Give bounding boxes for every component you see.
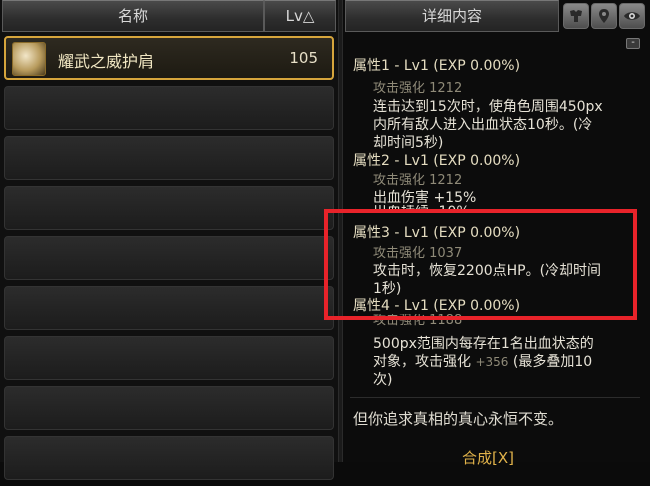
attr1-desc: 却时间5秒) bbox=[373, 135, 444, 151]
collapse-button[interactable]: - bbox=[626, 38, 640, 49]
item-list: 耀武之威护肩 105 bbox=[4, 36, 334, 486]
list-item[interactable] bbox=[4, 136, 334, 180]
attr1-desc: 内所有敌人进入出血状态10秒。(冷 bbox=[373, 117, 593, 133]
list-item[interactable] bbox=[4, 286, 334, 330]
shoulder-armor-icon bbox=[12, 42, 46, 76]
list-item[interactable] bbox=[4, 336, 334, 380]
pin-icon bbox=[599, 9, 609, 23]
attr4-desc: 对象，攻击强化 bbox=[373, 354, 471, 370]
eye-icon bbox=[624, 12, 640, 20]
attr4-desc-end: 次) bbox=[373, 372, 393, 388]
view-button[interactable] bbox=[619, 3, 645, 29]
list-item[interactable] bbox=[4, 236, 334, 280]
attr4-desc: 500px范围内每存在1名出血状态的 bbox=[373, 336, 594, 352]
attr2-title: 属性2 - Lv1 (EXP 0.00%) bbox=[353, 153, 521, 169]
detail-header: 详细内容 bbox=[345, 0, 559, 32]
list-item-selected[interactable]: 耀武之威护肩 105 bbox=[4, 36, 334, 80]
list-item[interactable] bbox=[4, 436, 334, 480]
attr1-sub: 攻击强化 1212 bbox=[373, 81, 463, 96]
list-item[interactable] bbox=[4, 86, 334, 130]
attr4-desc-tail: (最多叠加10 bbox=[512, 354, 593, 370]
attr4-plus: +356 bbox=[475, 355, 509, 369]
bottom-partial-text: 合成[X] bbox=[462, 449, 514, 467]
flavor-text: 但你追求真相的真心永恒不变。 bbox=[353, 410, 564, 428]
item-name: 耀武之威护肩 bbox=[58, 52, 155, 71]
highlight-box bbox=[324, 209, 637, 320]
attr1-desc: 连击达到15次时，使角色周围450px bbox=[373, 99, 603, 115]
item-level: 105 bbox=[289, 49, 318, 67]
attr1-title: 属性1 - Lv1 (EXP 0.00%) bbox=[353, 58, 521, 74]
divider-line bbox=[350, 397, 640, 398]
armor-icon bbox=[570, 10, 582, 22]
pin-button[interactable] bbox=[591, 3, 617, 29]
attr4-desc-line2: 对象，攻击强化 +356 (最多叠加10 bbox=[373, 351, 592, 371]
list-item[interactable] bbox=[4, 186, 334, 230]
column-header-level[interactable]: Lv△ bbox=[264, 0, 336, 32]
column-header-name[interactable]: 名称 bbox=[2, 0, 264, 32]
list-item[interactable] bbox=[4, 386, 334, 430]
attr2-sub: 攻击强化 1212 bbox=[373, 173, 463, 188]
armor-filter-button[interactable] bbox=[563, 3, 589, 29]
attr2-desc: 出血伤害 +15% bbox=[373, 190, 477, 206]
